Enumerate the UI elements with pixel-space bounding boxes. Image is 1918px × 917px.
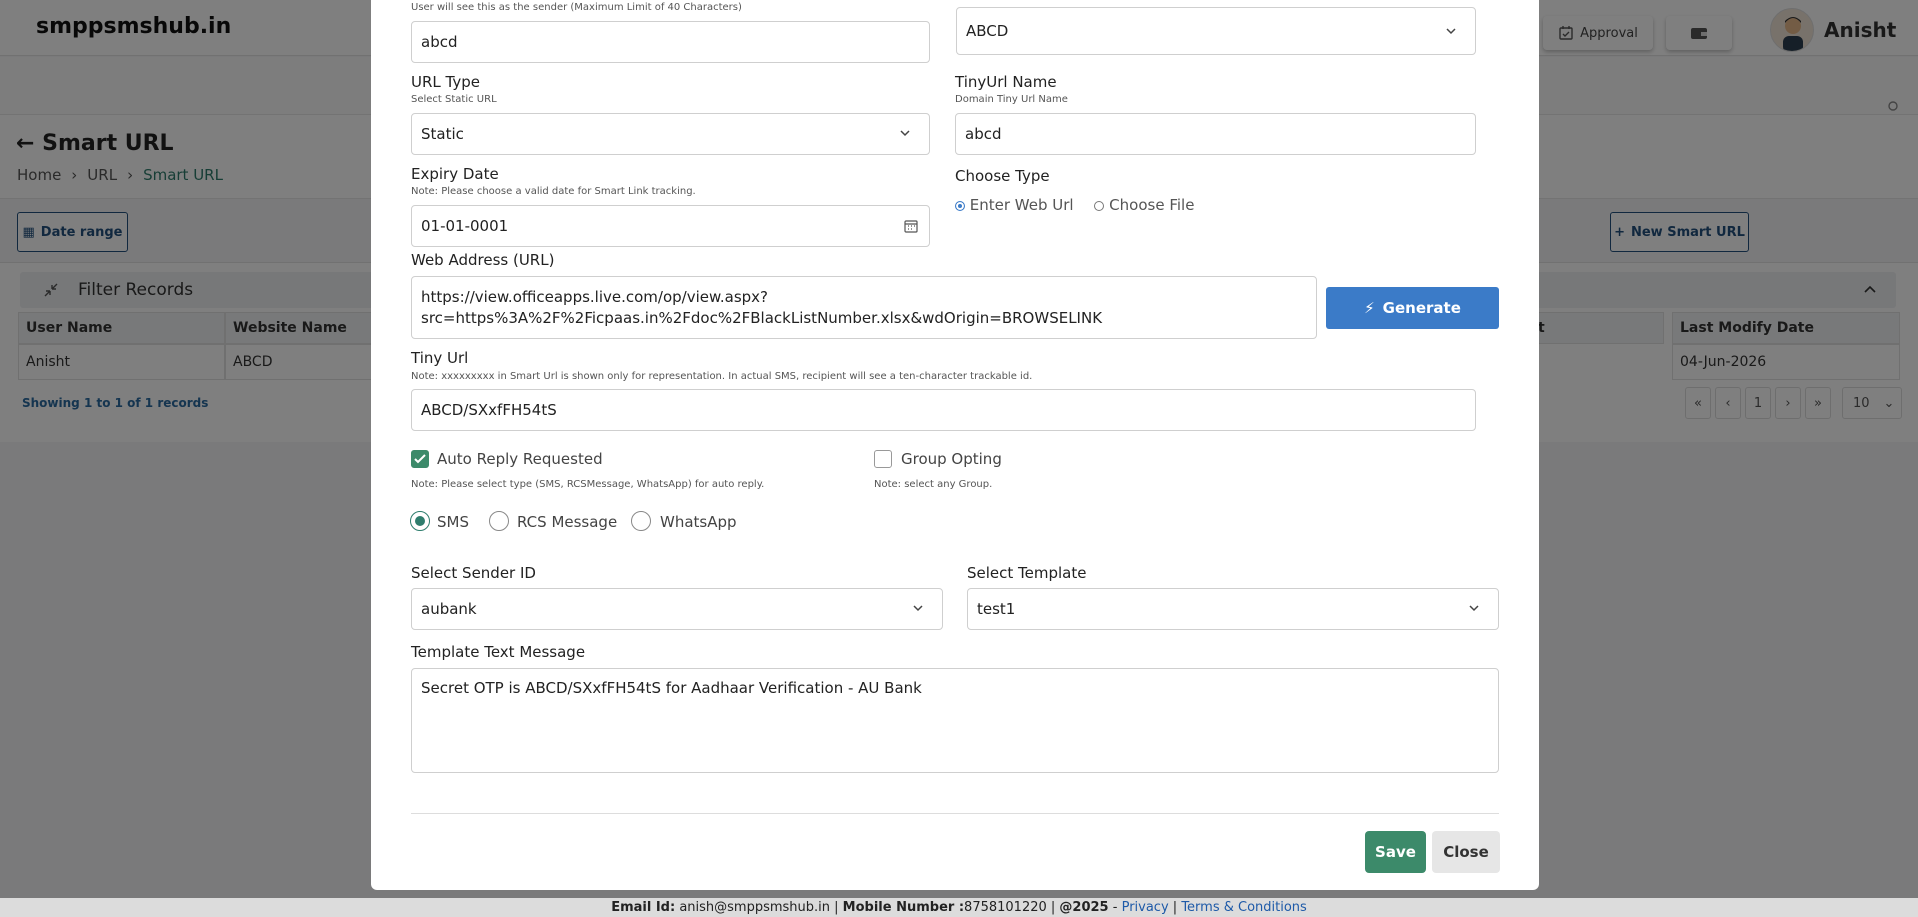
footer: Email Id: anish@smppsmshub.in | Mobile N…	[0, 898, 1918, 917]
group-opting-note: Note: select any Group.	[874, 479, 993, 490]
save-button[interactable]: Save	[1365, 831, 1426, 873]
sender-id-label: Select Sender ID	[411, 564, 536, 582]
web-url-option[interactable]: Enter Web Url	[970, 196, 1074, 214]
chevron-down-icon	[900, 130, 910, 137]
close-button[interactable]: Close	[1432, 831, 1500, 873]
url-type-note: Select Static URL	[411, 94, 497, 105]
modal-divider	[411, 813, 1499, 814]
web-address-label: Web Address (URL)	[411, 251, 555, 269]
chevron-down-icon	[913, 605, 923, 612]
url-type-select[interactable]: Static	[411, 113, 930, 155]
tiny-url-note: Note: xxxxxxxxx in Smart Url is shown on…	[411, 371, 1033, 382]
template-label: Select Template	[967, 564, 1087, 582]
sender-id-select[interactable]: aubank	[411, 588, 943, 630]
group-opting-checkbox[interactable]	[874, 450, 892, 468]
tiny-url-label: Tiny Url	[411, 349, 469, 367]
privacy-link[interactable]: Privacy	[1122, 900, 1169, 915]
tinyurl-name-input[interactable]: abcd	[955, 113, 1476, 155]
sender-input[interactable]: abcd	[411, 21, 930, 63]
choose-file-radio[interactable]	[1094, 200, 1105, 211]
calendar-icon[interactable]	[904, 219, 918, 233]
footer-mobile: 8758101220	[964, 900, 1047, 915]
tinyurl-name-label: TinyUrl Name	[955, 73, 1057, 91]
rcs-radio[interactable]	[489, 511, 509, 531]
expiry-date-input[interactable]: 01-01-0001	[411, 205, 930, 247]
sms-option[interactable]: SMS	[437, 513, 469, 531]
template-text-label: Template Text Message	[411, 643, 586, 661]
url-type-label: URL Type	[411, 73, 480, 91]
whatsapp-option[interactable]: WhatsApp	[660, 513, 737, 531]
sender-note: User will see this as the sender (Maximu…	[411, 2, 742, 13]
terms-link[interactable]: Terms & Conditions	[1181, 900, 1307, 915]
chevron-down-icon	[1469, 605, 1479, 612]
rcs-option[interactable]: RCS Message	[517, 513, 617, 531]
tinyurl-name-note: Domain Tiny Url Name	[955, 94, 1068, 105]
chevron-down-icon	[1446, 28, 1456, 35]
footer-email: anish@smppsmshub.in	[679, 900, 831, 915]
auto-reply-checkbox[interactable]	[411, 450, 429, 468]
bolt-icon: ⚡	[1364, 299, 1375, 317]
template-text-textarea[interactable]: Secret OTP is ABCD/SXxfFH54tS for Aadhaa…	[411, 668, 1499, 773]
whatsapp-radio[interactable]	[631, 511, 651, 531]
generate-button[interactable]: ⚡ Generate	[1326, 287, 1499, 329]
expiry-date-note: Note: Please choose a valid date for Sma…	[411, 186, 696, 197]
tiny-url-input[interactable]: ABCD/SXxfFH54tS	[411, 389, 1476, 431]
auto-reply-label[interactable]: Auto Reply Requested	[437, 450, 603, 468]
web-url-radio[interactable]	[955, 200, 965, 211]
domain-select[interactable]: ABCD	[956, 7, 1476, 55]
sms-radio[interactable]	[410, 511, 430, 531]
auto-reply-note: Note: Please select type (SMS, RCSMessag…	[411, 479, 765, 490]
choose-type-options: Enter Web Url Choose File	[955, 196, 1194, 214]
template-select[interactable]: test1	[967, 588, 1499, 630]
choose-file-option[interactable]: Choose File	[1109, 196, 1194, 214]
web-address-textarea[interactable]: https://view.officeapps.live.com/op/view…	[411, 276, 1317, 339]
check-icon	[414, 454, 426, 464]
group-opting-label[interactable]: Group Opting	[901, 450, 1002, 468]
choose-type-label: Choose Type	[955, 167, 1050, 185]
expiry-date-label: Expiry Date	[411, 165, 499, 183]
